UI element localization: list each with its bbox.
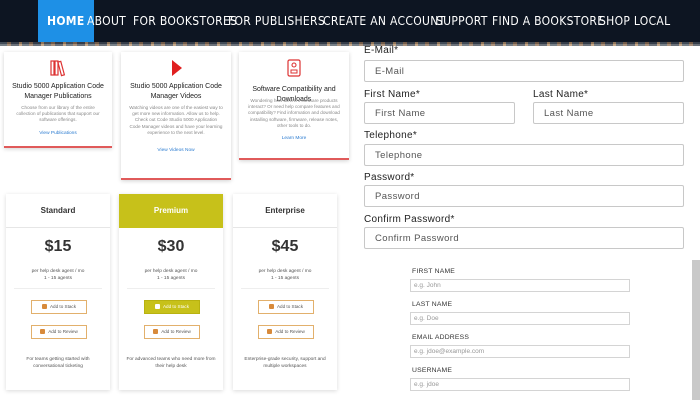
email-label: E-Mail* [364,45,399,56]
pricing-card-standard: Standard $15 per help desk agent / mo 1 -… [6,194,110,390]
plan-unit: per help desk agent / mo 1 - 15 agents [144,269,198,281]
feature-link[interactable]: View Publications [4,131,112,136]
add-to-stack-button[interactable]: Add to Stack [31,300,87,314]
stack-icon [268,304,274,310]
confirm-password-field[interactable] [364,227,684,249]
nav-about[interactable]: ABOUT [87,0,126,42]
telephone-field[interactable] [364,144,684,166]
nav-home[interactable]: HOME [38,0,94,42]
review-icon [267,329,273,335]
feature-card-compatibility: Software Compatibility and Downloads Won… [239,52,349,160]
feature-card-videos: Studio 5000 Application Code Manager Vid… [121,52,231,180]
plan-price: $15 [44,238,72,255]
stack-icon [154,304,160,310]
plan-description: For teams getting started with conversat… [26,357,90,369]
feature-card-publications: Studio 5000 Application Code Manager Pub… [4,52,112,148]
feature-description: Wondering how different software product… [248,98,340,128]
telephone-label: Telephone* [364,130,418,141]
plan-unit: per help desk agent / mo 1 - 15 agents [31,269,85,281]
add-to-stack-button[interactable]: Add to Stack [258,300,314,314]
signup-last-name-input[interactable] [410,312,630,325]
add-to-review-button[interactable]: Add to Review [258,325,314,339]
plan-name: Enterprise [233,194,337,228]
password-label: Password* [364,172,415,183]
first-name-field[interactable] [364,102,515,124]
last-name-label: Last Name* [533,89,589,100]
feature-description: Watching videos are one of the easiest w… [129,105,223,135]
add-to-stack-button[interactable]: Add to Stack [144,300,200,314]
first-name-label: First Name* [364,89,421,100]
divider [241,288,329,289]
signup-username-input[interactable] [410,378,630,391]
signup-last-name-label: LAST NAME [412,301,453,308]
signup-first-name-label: FIRST NAME [412,268,456,275]
pricing-card-premium: Premium $30 per help desk agent / mo 1 - … [119,194,223,390]
signup-email-label: EMAIL ADDRESS [412,334,470,341]
feature-link[interactable]: Learn More [239,136,349,141]
divider [127,288,215,289]
signup-email-input[interactable] [410,345,630,358]
feature-description: Choose from our library of the entire co… [16,105,100,123]
nav-shop-local[interactable]: SHOP LOCAL [599,0,670,42]
nav-for-publishers[interactable]: FOR PUBLISHERS [228,0,325,42]
last-name-field[interactable] [533,102,684,124]
nav-for-bookstores[interactable]: FOR BOOKSTORES [133,0,237,42]
add-to-review-button[interactable]: Add to Review [31,325,87,339]
plan-price: $30 [157,238,185,255]
top-navigation: HOME ABOUT FOR BOOKSTORES FOR PUBLISHERS… [0,0,700,46]
password-field[interactable] [364,185,684,207]
signup-username-label: USERNAME [412,367,453,374]
add-to-review-button[interactable]: Add to Review [144,325,200,339]
compatibility-icon [287,59,301,77]
plan-description: For advanced teams who need more from th… [126,357,216,369]
plan-name: Standard [6,194,110,228]
plan-name: Premium [119,194,223,228]
confirm-password-label: Confirm Password* [364,214,455,225]
signup-first-name-input[interactable] [410,279,630,292]
stack-icon [41,304,47,310]
feature-title: Studio 5000 Application Code Manager Pub… [12,83,104,100]
scrollbar[interactable] [692,260,700,400]
feature-link[interactable]: View Videos Now [121,148,231,153]
divider [14,288,102,289]
pricing-card-enterprise: Enterprise $45 per help desk agent / mo 1… [233,194,337,390]
plan-price: $45 [271,238,299,255]
email-field[interactable] [364,60,684,82]
plan-description: Enterprise-grade security, support and m… [244,357,326,369]
nav-create-account[interactable]: CREATE AN ACCOUNT [323,0,445,42]
review-icon [153,329,159,335]
nav-support[interactable]: SUPPORT [436,0,488,42]
feature-title: Studio 5000 Application Code Manager Vid… [130,83,222,100]
nav-find-bookstore[interactable]: FIND A BOOKSTORE [492,0,604,42]
plan-unit: per help desk agent / mo 1 - 15 agents [258,269,312,281]
play-icon [172,60,182,76]
review-icon [40,329,46,335]
nav-decorative-strip [0,42,700,46]
books-icon [50,60,66,77]
